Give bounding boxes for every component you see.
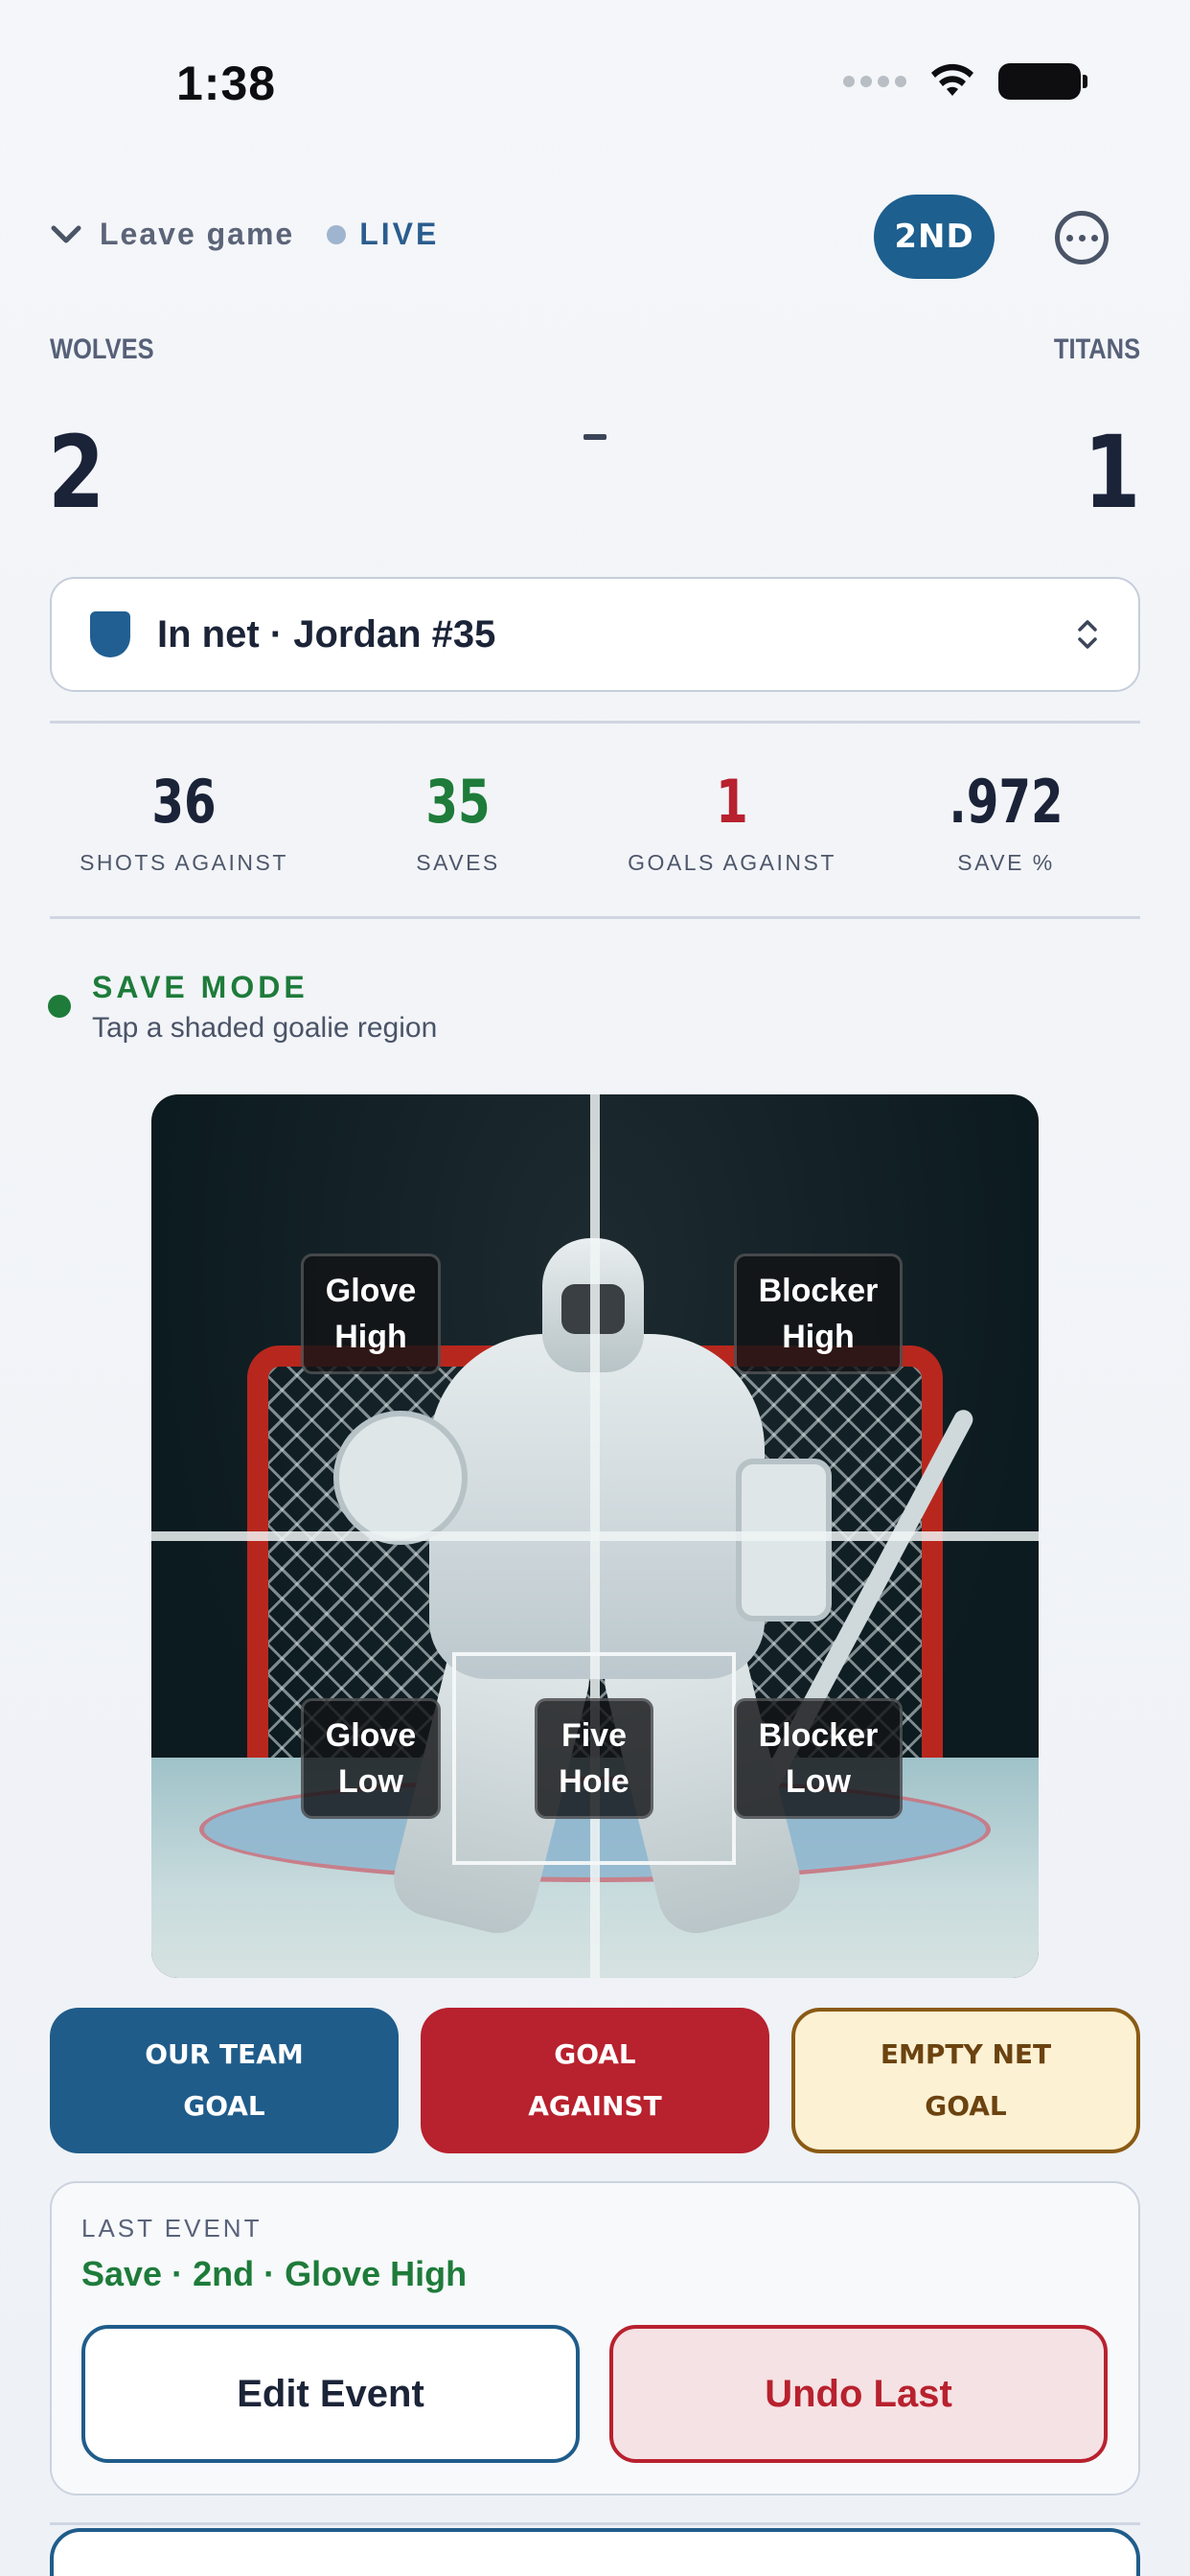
stat-label: GOALS AGAINST: [628, 850, 836, 875]
live-dot-icon: [327, 224, 347, 244]
status-icons: [843, 63, 1087, 100]
zone-glove-low[interactable]: Glove Low: [301, 1698, 441, 1819]
goalie-selector-label: In net · Jordan #35: [157, 612, 496, 656]
stat-shots-against: 36 SHOTS AGAINST: [50, 767, 318, 876]
stat-goals-against: 1 GOALS AGAINST: [598, 767, 866, 876]
goalie-target-image: Glove High Blocker High Glove Low Five H…: [151, 1094, 1039, 1978]
zone-grid-horizontal: [151, 1531, 1039, 1541]
away-score: 1: [1083, 414, 1140, 531]
zone-blocker-high[interactable]: Blocker High: [734, 1254, 903, 1374]
home-score: 2: [48, 414, 105, 531]
stat-label: SHOTS AGAINST: [80, 850, 288, 875]
live-label: LIVE: [359, 217, 440, 251]
empty-net-goal-button[interactable]: EMPTY NET GOAL: [791, 2008, 1140, 2153]
status-time: 1:38: [176, 57, 277, 110]
signal-icon: [843, 76, 906, 87]
chevron-updown-icon: [1078, 620, 1097, 649]
edit-event-button[interactable]: Edit Event: [81, 2325, 580, 2463]
divider: [50, 721, 1140, 724]
leave-game-button[interactable]: Leave game LIVE: [50, 217, 439, 252]
live-indicator: LIVE: [327, 217, 439, 252]
stat-save-percentage: .972 SAVE %: [872, 767, 1140, 876]
shield-icon: [90, 611, 130, 657]
goalie-glove: [333, 1411, 468, 1545]
more-icon-dot: [1065, 234, 1073, 242]
stat-saves: 35 SAVES: [324, 767, 592, 876]
last-event-text: Save · 2nd · Glove High: [81, 2254, 468, 2293]
stat-value: 1: [716, 767, 748, 837]
stat-value: 35: [425, 767, 491, 837]
zone-glove-high[interactable]: Glove High: [301, 1254, 441, 1374]
home-team-name: WOLVES: [50, 334, 154, 365]
goal-against-button[interactable]: GOAL AGAINST: [421, 2008, 769, 2153]
mode-title: SAVE MODE: [92, 970, 309, 1004]
divider: [50, 916, 1140, 919]
mode-status-dot-icon: [48, 995, 71, 1018]
zone-blocker-low[interactable]: Blocker Low: [734, 1698, 903, 1819]
score-separator: [584, 434, 606, 440]
battery-icon: [998, 63, 1087, 100]
wifi-icon: [931, 63, 973, 96]
more-icon-dot: [1078, 234, 1086, 242]
our-team-goal-button[interactable]: OUR TEAM GOAL: [50, 2008, 399, 2153]
stat-label: SAVES: [416, 850, 500, 875]
stat-label: SAVE %: [957, 850, 1055, 875]
away-team-name: TITANS: [1053, 334, 1140, 365]
more-options-button[interactable]: [1055, 211, 1109, 264]
goalie-selector[interactable]: In net · Jordan #35: [50, 577, 1140, 692]
last-event-kicker: LAST EVENT: [81, 2214, 263, 2242]
chevron-down-icon: [51, 225, 81, 242]
zone-five-hole[interactable]: Five Hole: [535, 1698, 653, 1819]
divider: [50, 2522, 1140, 2525]
stat-value: 36: [151, 767, 217, 837]
period-badge[interactable]: 2ND: [874, 195, 995, 279]
stat-value: .972: [949, 767, 1064, 837]
more-icon-dot: [1090, 234, 1098, 242]
undo-last-button[interactable]: Undo Last: [609, 2325, 1108, 2463]
leave-game-label: Leave game: [100, 217, 295, 251]
mode-subtitle: Tap a shaded goalie region: [92, 1012, 438, 1044]
next-card-partial[interactable]: [50, 2528, 1140, 2576]
